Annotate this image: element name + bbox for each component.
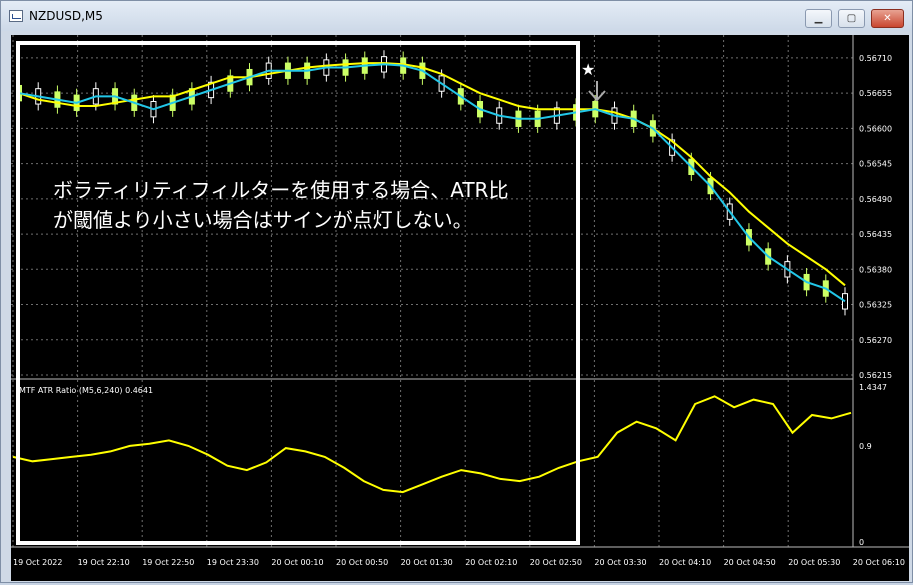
time-label: 20 Oct 01:30: [401, 558, 453, 567]
maximize-button[interactable]: ▢: [838, 9, 865, 28]
indicator-axis-labels: 1.4347 0.9 0: [859, 383, 887, 547]
price-label: 0.56710: [859, 54, 892, 63]
annotation-line-2: が閾値より小さい場合はサインが点灯しない。: [53, 208, 473, 232]
candle-body: [842, 293, 848, 310]
time-label: 20 Oct 05:30: [788, 558, 840, 567]
time-label: 20 Oct 02:10: [465, 558, 517, 567]
time-label: 20 Oct 04:50: [724, 558, 776, 567]
indicator-label: 0.9: [859, 442, 872, 451]
star-marker: ★: [581, 60, 595, 79]
price-label: 0.56600: [859, 124, 892, 133]
time-label: 19 Oct 22:50: [142, 558, 194, 567]
chart-window: NZDUSD,M5 ▁ ▢ ✕ ★ MTF ATR Ratio (M5,6,24…: [0, 0, 913, 583]
time-label: 19 Oct 22:10: [78, 558, 130, 567]
time-axis-labels: 19 Oct 2022 19 Oct 22:10 19 Oct 22:50 19 Oc…: [13, 558, 905, 567]
price-chart-svg[interactable]: ★ MTF ATR Ratio (M5,6,240) 0.4641 0.5671…: [11, 35, 909, 581]
atr-ratio-line: [12, 395, 852, 494]
window-title: NZDUSD,M5: [29, 9, 103, 23]
minimize-icon: ▁: [814, 13, 823, 24]
time-label: 19 Oct 2022: [13, 558, 62, 567]
grid-lines: [11, 35, 853, 547]
price-label: 0.56490: [859, 195, 892, 204]
price-label: 0.56655: [859, 89, 892, 98]
chart-canvas[interactable]: ★ MTF ATR Ratio (M5,6,240) 0.4641 0.5671…: [11, 35, 909, 581]
time-label: 20 Oct 04:10: [659, 558, 711, 567]
down-arrow-icon: [588, 81, 606, 102]
close-icon: ✕: [883, 13, 892, 24]
indicator-label: 0: [859, 538, 864, 547]
maximize-icon: ▢: [846, 13, 857, 24]
indicator-header: MTF ATR Ratio (M5,6,240) 0.4641: [19, 386, 153, 395]
annotation-line-1: ボラティリティフィルターを使用する場合、ATR比: [53, 178, 509, 202]
price-label: 0.56545: [859, 160, 892, 169]
price-label: 0.56435: [859, 230, 892, 239]
price-label: 0.56380: [859, 265, 892, 274]
chart-window-icon: [9, 10, 23, 22]
minimize-button[interactable]: ▁: [805, 9, 832, 28]
title-bar[interactable]: NZDUSD,M5 ▁ ▢ ✕: [1, 1, 912, 31]
time-label: 20 Oct 00:50: [336, 558, 388, 567]
time-label: 20 Oct 00:10: [271, 558, 323, 567]
close-button[interactable]: ✕: [871, 9, 904, 28]
price-label: 0.56270: [859, 336, 892, 345]
time-label: 19 Oct 23:30: [207, 558, 259, 567]
price-label: 0.56325: [859, 301, 892, 310]
indicator-label: 1.4347: [859, 383, 887, 392]
price-label: 0.56215: [859, 371, 892, 380]
time-label: 20 Oct 02:50: [530, 558, 582, 567]
price-axis-labels: 0.56710 0.56655 0.56600 0.56545 0.56490 0.564…: [859, 54, 892, 380]
annotation-text: ボラティリティフィルターを使用する場合、ATR比 が閾値より小さい場合はサインが…: [53, 175, 508, 235]
annotation-box: [16, 41, 580, 545]
time-label: 20 Oct 06:10: [853, 558, 905, 567]
time-label: 20 Oct 03:30: [594, 558, 646, 567]
